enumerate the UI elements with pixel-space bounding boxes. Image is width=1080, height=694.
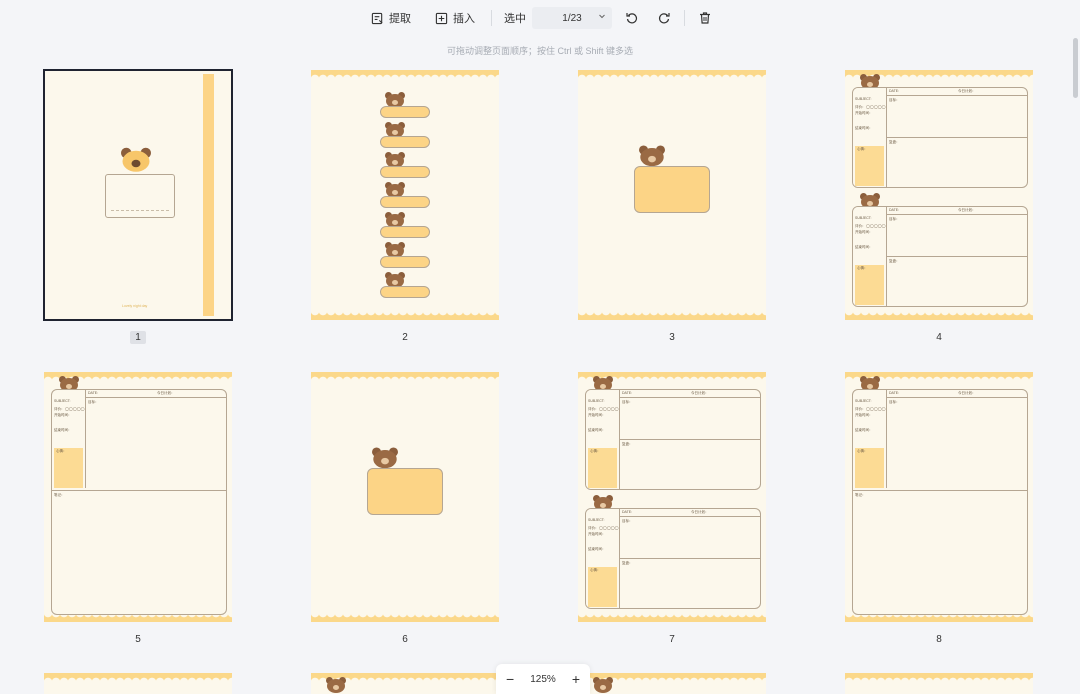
extract-label: 提取	[389, 13, 411, 25]
insert-button[interactable]: 插入	[427, 6, 483, 30]
rotate-left-icon	[626, 13, 638, 24]
scallop-border-top	[311, 70, 499, 79]
page-thumbnail-9[interactable]	[44, 673, 232, 694]
page-thumbnail-2[interactable]	[311, 70, 499, 320]
zoom-in-button[interactable]: +	[568, 672, 584, 686]
planner-card: DATE: 今日计划： SUBJECT: 目标： 评价： ◯◯◯◯◯ 开始时间：…	[585, 389, 761, 490]
planner-card: DATE: 今日计划： SUBJECT: 目标： 评价： ◯◯◯◯◯ 开始时间：…	[852, 87, 1028, 188]
extract-icon	[371, 12, 383, 24]
planner-card: DATE: 今日计划： SUBJECT: 目标： 评价： ◯◯◯◯◯ 开始时间：…	[585, 508, 761, 609]
trash-icon	[700, 12, 710, 24]
page-thumbnail-5[interactable]: DATE: 今日计划： SUBJECT: 目标： 评价： ◯◯◯◯◯ 开始时间：…	[44, 372, 232, 622]
page-thumbnail-11[interactable]	[578, 673, 766, 694]
bear-illustration	[638, 145, 667, 167]
scallop-border-bottom	[845, 311, 1033, 320]
extract-button[interactable]: 提取	[363, 6, 419, 30]
zoom-out-button[interactable]: −	[502, 672, 518, 686]
bear-icon	[325, 677, 347, 694]
cover-label-box	[105, 174, 175, 218]
scallop-border-bottom	[578, 311, 766, 320]
page-thumbnail-6[interactable]	[311, 372, 499, 622]
delete-button[interactable]	[693, 6, 717, 30]
select-label: 选中	[504, 13, 526, 25]
page-number-2: 2	[402, 332, 408, 343]
scrollbar-thumb[interactable]	[1073, 38, 1078, 98]
rotate-right-button[interactable]	[652, 6, 676, 30]
scallop-border-bottom	[311, 613, 499, 622]
insert-label: 插入	[453, 13, 475, 25]
planner-card: DATE: 今日计划： SUBJECT: 目标： 评价： ◯◯◯◯◯ 开始时间：…	[852, 206, 1028, 307]
page-number-8: 8	[936, 634, 942, 645]
page-number-7: 7	[669, 634, 675, 645]
zoom-control: − 125% +	[496, 664, 590, 694]
zoom-level: 125%	[530, 673, 556, 685]
rotate-left-button[interactable]	[620, 6, 644, 30]
insert-icon	[435, 12, 448, 24]
page-thumbnail-8[interactable]: DATE: 今日计划： SUBJECT: 目标： 评价： ◯◯◯◯◯ 开始时间：…	[845, 372, 1033, 622]
rotate-right-icon	[658, 13, 670, 24]
toolbar: 提取 插入 选中 1/23	[0, 0, 1080, 36]
cover-tagline: Lovely night day	[122, 304, 148, 308]
bear-icon	[592, 677, 614, 694]
page-number-1: 1	[44, 331, 232, 344]
scallop-border-top	[578, 70, 766, 79]
toolbar-divider	[491, 10, 492, 26]
scallop-border-bottom	[578, 613, 766, 622]
planner-card: DATE: 今日计划： SUBJECT: 目标： 评价： ◯◯◯◯◯ 开始时间：…	[852, 389, 1028, 615]
planner-card: DATE: 今日计划： SUBJECT: 目标： 评价： ◯◯◯◯◯ 开始时间：…	[51, 389, 227, 615]
scallop-border-bottom	[311, 311, 499, 320]
page-number-5: 5	[135, 634, 141, 645]
page-thumbnail-7[interactable]: DATE: 今日计划： SUBJECT: 目标： 评价： ◯◯◯◯◯ 开始时间：…	[578, 372, 766, 622]
page-number-3: 3	[669, 332, 675, 343]
scallop-border-top	[311, 372, 499, 381]
chevron-down-icon	[599, 14, 605, 19]
page-thumbnail-4[interactable]: DATE: 今日计划： SUBJECT: 目标： 评价： ◯◯◯◯◯ 开始时间：…	[845, 70, 1033, 320]
bear-illustration	[371, 447, 400, 469]
page-thumbnail-12[interactable]	[845, 673, 1033, 694]
scallop-border-top	[845, 673, 1033, 682]
page-thumbnail-10[interactable]	[311, 673, 499, 694]
page-number-4: 4	[936, 332, 942, 343]
page-select-dropdown[interactable]: 1/23	[532, 7, 612, 29]
page-number-6: 6	[402, 634, 408, 645]
label-box	[367, 468, 443, 515]
label-box	[634, 166, 710, 213]
page-indicator: 1/23	[562, 12, 582, 24]
page-thumbnail-3[interactable]	[578, 70, 766, 320]
reorder-hint: 可拖动调整页面顺序；按住 Ctrl 或 Shift 键多选	[446, 46, 633, 56]
toolbar-divider	[684, 10, 685, 26]
page-thumbnail-1[interactable]: Lovely night day	[43, 69, 233, 321]
bear-illustration	[120, 147, 153, 174]
scallop-border-top	[44, 673, 232, 682]
cover-side-stripe	[203, 74, 214, 316]
